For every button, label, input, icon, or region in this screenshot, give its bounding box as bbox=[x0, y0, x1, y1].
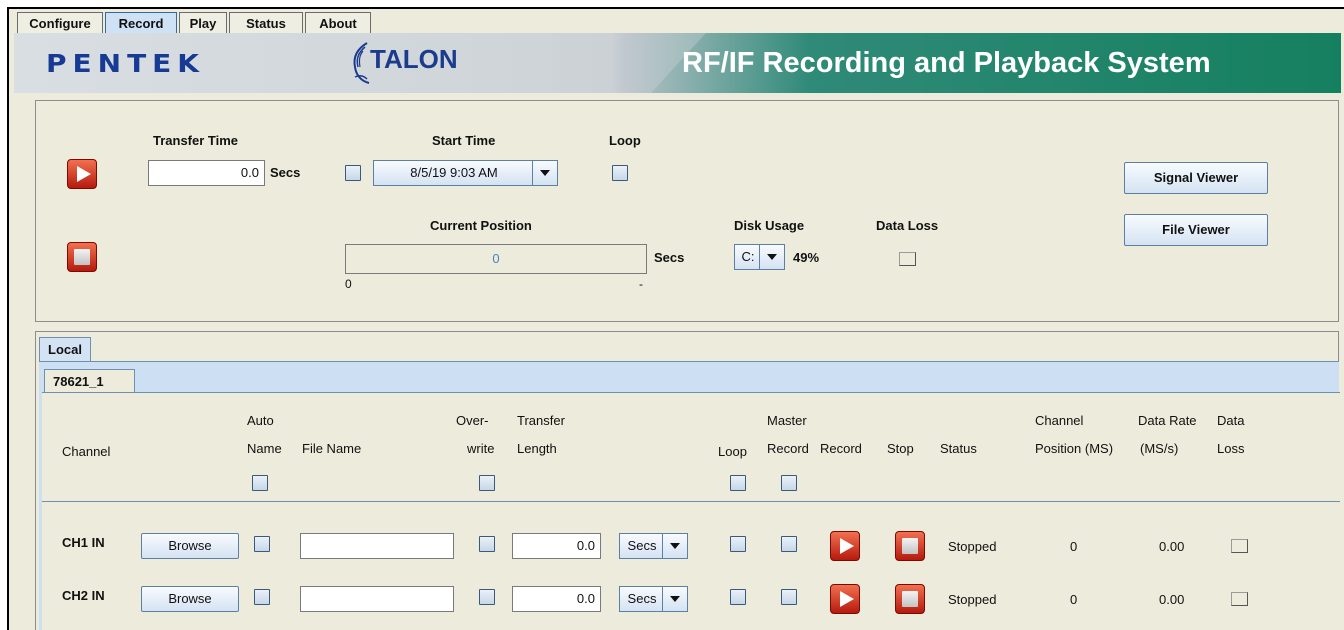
auto-name-checkbox[interactable] bbox=[254, 589, 270, 605]
chevron-down-icon bbox=[662, 534, 687, 558]
col-master-record: Master bbox=[767, 413, 807, 428]
tab-78621-1[interactable]: 78621_1 bbox=[44, 369, 135, 393]
chevron-down-icon bbox=[662, 587, 687, 611]
channel-table: Auto Over- Transfer Master Channel Data … bbox=[42, 392, 1340, 630]
col-auto-name: Auto bbox=[247, 413, 274, 428]
overwrite-checkbox[interactable] bbox=[479, 536, 495, 552]
transfer-time-input[interactable]: 0.0 bbox=[148, 160, 265, 186]
transfer-time-unit: Secs bbox=[270, 165, 301, 180]
position-min: 0 bbox=[345, 277, 352, 291]
browse-button[interactable]: Browse bbox=[141, 533, 239, 559]
col-data-loss: Data bbox=[1217, 413, 1245, 428]
col-data-rate-2: (MS/s) bbox=[1140, 441, 1179, 456]
transfer-length-input[interactable]: 0.0 bbox=[512, 586, 601, 612]
col-overwrite-2: write bbox=[467, 441, 495, 456]
record-button[interactable] bbox=[830, 584, 860, 614]
overwrite-all-checkbox[interactable] bbox=[479, 475, 495, 491]
chevron-down-icon bbox=[532, 161, 557, 185]
record-button[interactable] bbox=[830, 531, 860, 561]
tab-status[interactable]: Status bbox=[229, 12, 303, 34]
banner-title: RF/IF Recording and Playback System bbox=[682, 47, 1211, 79]
col-data-rate: Data Rate bbox=[1138, 413, 1197, 428]
chevron-down-icon bbox=[759, 245, 784, 269]
loop-checkbox[interactable] bbox=[730, 589, 746, 605]
col-transfer-length: Transfer bbox=[517, 413, 565, 428]
loop-checkbox[interactable] bbox=[612, 165, 628, 181]
status-text: Stopped bbox=[948, 592, 997, 607]
stop-button[interactable] bbox=[895, 584, 925, 614]
disk-usage-label: Disk Usage bbox=[734, 218, 805, 233]
master-stop-button[interactable] bbox=[67, 242, 97, 272]
data-loss-indicator bbox=[1231, 539, 1248, 553]
auto-name-checkbox[interactable] bbox=[254, 536, 270, 552]
data-rate: 0.00 bbox=[1159, 592, 1185, 607]
tab-local[interactable]: Local bbox=[39, 337, 91, 361]
loop-label: Loop bbox=[609, 133, 641, 148]
channels-panel: Local 78621_1 Auto Over- Transfer Master… bbox=[35, 331, 1340, 630]
master-play-button[interactable] bbox=[67, 159, 97, 189]
col-stop: Stop bbox=[887, 441, 914, 456]
stop-button[interactable] bbox=[895, 531, 925, 561]
browse-button[interactable]: Browse bbox=[141, 586, 239, 612]
data-loss-label: Data Loss bbox=[876, 218, 939, 233]
col-data-loss-2: Loss bbox=[1217, 441, 1245, 456]
current-position-bar: 0 bbox=[345, 244, 647, 274]
master-record-all-checkbox[interactable] bbox=[781, 475, 797, 491]
tab-about[interactable]: About bbox=[305, 12, 371, 34]
disk-usage-percent: 49% bbox=[793, 250, 820, 265]
col-channel-position: Channel bbox=[1035, 413, 1084, 428]
tab-play[interactable]: Play bbox=[179, 12, 227, 34]
data-loss-indicator bbox=[1231, 592, 1248, 606]
col-record: Record bbox=[820, 441, 862, 456]
signal-viewer-button[interactable]: Signal Viewer bbox=[1124, 162, 1268, 194]
transfer-unit-dropdown[interactable]: Secs bbox=[619, 586, 688, 612]
channel-name: CH1 IN bbox=[62, 535, 105, 550]
file-name-input[interactable] bbox=[300, 533, 454, 559]
transfer-time-label: Transfer Time bbox=[153, 133, 239, 148]
tab-configure[interactable]: Configure bbox=[17, 12, 103, 34]
col-master-record-2: Record bbox=[767, 441, 809, 456]
channel-position: 0 bbox=[1070, 592, 1078, 607]
loop-all-checkbox[interactable] bbox=[730, 475, 746, 491]
col-transfer-length-2: Length bbox=[517, 441, 557, 456]
start-time-label: Start Time bbox=[432, 133, 496, 148]
start-time-checkbox[interactable] bbox=[345, 165, 361, 181]
col-file-name: File Name bbox=[302, 441, 362, 456]
start-time-dropdown[interactable]: 8/5/19 9:03 AM bbox=[373, 160, 558, 186]
data-loss-indicator bbox=[899, 252, 916, 266]
tab-record[interactable]: Record bbox=[105, 12, 177, 34]
talon-logo: TALON bbox=[370, 44, 458, 74]
current-position-unit: Secs bbox=[654, 250, 685, 265]
col-status: Status bbox=[940, 441, 977, 456]
transfer-unit-dropdown[interactable]: Secs bbox=[619, 533, 688, 559]
loop-checkbox[interactable] bbox=[730, 536, 746, 552]
transfer-controls-panel: Transfer Time 0.0 Secs Start Time 8/5/19… bbox=[35, 100, 1339, 322]
disk-drive-dropdown[interactable]: C: bbox=[734, 244, 785, 270]
pentek-logo: PENTEK bbox=[46, 48, 206, 79]
col-channel: Channel bbox=[62, 444, 111, 459]
status-text: Stopped bbox=[948, 539, 997, 554]
col-auto-name-2: Name bbox=[247, 441, 282, 456]
app-frame: Configure Record Play Status About PENTE… bbox=[7, 7, 1344, 630]
overwrite-checkbox[interactable] bbox=[479, 589, 495, 605]
talon-bird-icon bbox=[353, 42, 370, 84]
position-max: - bbox=[639, 277, 643, 291]
data-rate: 0.00 bbox=[1159, 539, 1185, 554]
transfer-length-input[interactable]: 0.0 bbox=[512, 533, 601, 559]
file-viewer-button[interactable]: File Viewer bbox=[1124, 214, 1268, 246]
master-record-checkbox[interactable] bbox=[781, 589, 797, 605]
current-position-label: Current Position bbox=[430, 218, 532, 233]
header-banner: PENTEK TALON RF/IF Recording and Playbac… bbox=[14, 33, 1341, 93]
master-record-checkbox[interactable] bbox=[781, 536, 797, 552]
file-name-input[interactable] bbox=[300, 586, 454, 612]
channel-name: CH2 IN bbox=[62, 588, 105, 603]
channel-position: 0 bbox=[1070, 539, 1078, 554]
col-loop: Loop bbox=[718, 444, 747, 459]
auto-name-all-checkbox[interactable] bbox=[252, 475, 268, 491]
header-divider bbox=[42, 501, 1340, 502]
col-overwrite: Over- bbox=[456, 413, 489, 428]
col-channel-position-2: Position (MS) bbox=[1035, 441, 1114, 456]
